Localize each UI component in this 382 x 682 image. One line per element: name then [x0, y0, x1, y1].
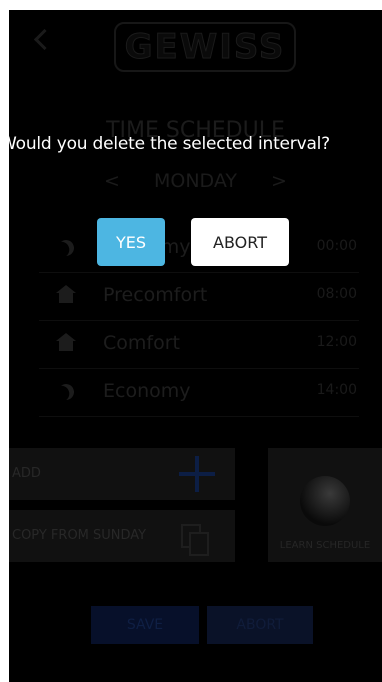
gewiss-logo: GEWISS: [114, 22, 296, 72]
dialog-yes-button[interactable]: YES: [97, 218, 165, 266]
day-label: MONDAY: [154, 170, 237, 192]
schedule-time: 14:00: [316, 382, 357, 398]
schedule-row[interactable]: Comfort 12:00: [39, 320, 359, 369]
moon-icon: [55, 381, 77, 403]
learn-schedule-button[interactable]: LEARN SCHEDULE: [268, 448, 382, 562]
schedule-row[interactable]: Precomfort 08:00: [39, 272, 359, 321]
house-icon: [55, 333, 77, 355]
dialog-question: Would you delete the selected interval?: [0, 134, 331, 154]
schedule-label: Comfort: [103, 332, 180, 354]
save-button[interactable]: SAVE: [91, 606, 199, 644]
moon-icon: [55, 237, 77, 259]
schedule-label: Precomfort: [103, 284, 208, 306]
app-screen: GEWISS TIME SCHEDULE < MONDAY > Economy …: [9, 10, 382, 682]
schedule-row[interactable]: Economy 14:00: [39, 368, 359, 417]
copy-from-sunday-button[interactable]: COPY FROM SUNDAY: [9, 510, 235, 562]
schedule-time: 08:00: [316, 286, 357, 302]
schedule-time: 00:00: [316, 238, 357, 254]
prev-day-button[interactable]: <: [104, 170, 120, 192]
dialog-abort-button[interactable]: ABORT: [191, 218, 289, 266]
schedule-time: 12:00: [316, 334, 357, 350]
back-chevron-icon[interactable]: [33, 28, 56, 51]
add-label: ADD: [12, 466, 41, 481]
learn-label: LEARN SCHEDULE: [279, 540, 371, 551]
next-day-button[interactable]: >: [271, 170, 287, 192]
house-icon: [55, 285, 77, 307]
day-selector: < MONDAY >: [9, 170, 382, 192]
abort-button[interactable]: ABORT: [207, 606, 313, 644]
copy-label: COPY FROM SUNDAY: [12, 528, 147, 543]
knob-icon: [300, 476, 350, 526]
schedule-label: Economy: [103, 380, 191, 402]
add-interval-button[interactable]: ADD: [9, 448, 235, 500]
